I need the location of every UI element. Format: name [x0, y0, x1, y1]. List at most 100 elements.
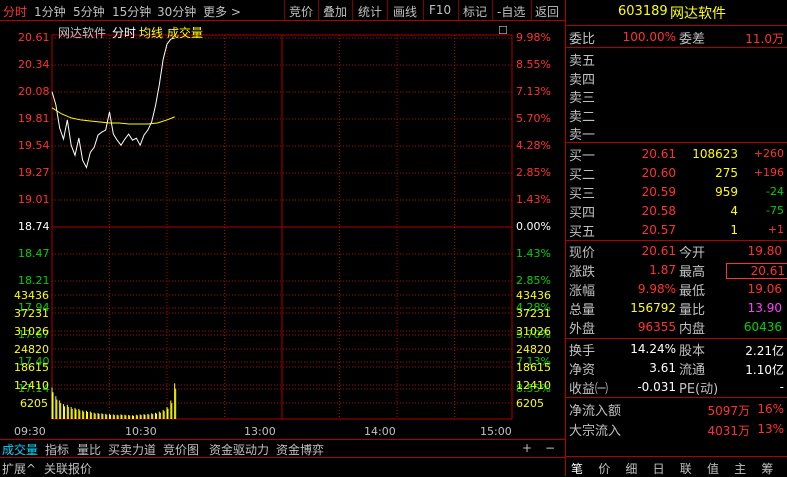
- sell-level-label: 卖四: [569, 72, 596, 88]
- tab-1min[interactable]: 1分钟: [34, 3, 66, 20]
- price-axis-label: 18.47: [18, 247, 50, 260]
- volume-axis-label: 37231: [14, 307, 49, 320]
- stats-button[interactable]: 统计: [358, 3, 382, 20]
- price-line: [51, 37, 175, 169]
- mark-button[interactable]: 标记: [463, 3, 487, 20]
- tab-30min[interactable]: 30分钟: [157, 3, 196, 20]
- price-axis-label: 20.34: [18, 58, 50, 71]
- time-axis-label: 13:00: [244, 425, 276, 438]
- volume-axis-label-right: 31026: [516, 325, 551, 338]
- stat-label: 收益㈠: [569, 382, 609, 397]
- stat-label: 总量: [569, 303, 596, 318]
- quote-panel: 603189 网达软件 委比 100.00% 委差 11.0万 卖五 卖四 卖三 卖二…: [565, 0, 787, 476]
- stat-value: 156792: [630, 301, 676, 315]
- close-chart-icon[interactable]: ☐: [498, 24, 508, 37]
- stat-value: 2.21亿: [745, 344, 784, 358]
- time-axis-label: 09:30: [14, 425, 46, 438]
- stat-value: 20.61: [641, 244, 676, 258]
- time-axis-label: 10:30: [125, 425, 157, 438]
- remove-indicator-button[interactable]: −: [545, 441, 555, 455]
- tab-5min[interactable]: 5分钟: [73, 3, 105, 20]
- jingjia-button[interactable]: 竞价: [289, 3, 313, 20]
- flow-label: 净流入额: [569, 404, 622, 419]
- status-bar: 扩展^ 关联报价: [0, 457, 565, 477]
- time-axis-label: 14:00: [364, 425, 396, 438]
- tab-volume[interactable]: 成交量: [2, 441, 38, 458]
- buy-level-price: 20.61: [641, 147, 676, 161]
- tab-buy-sell-power[interactable]: 买卖力道: [108, 441, 156, 458]
- panel-tab[interactable]: 主: [734, 460, 746, 477]
- volume-axis-label-right: 12410: [516, 379, 551, 392]
- volume-axis-label: 43436: [14, 289, 49, 302]
- pct-axis-label: 1.43%: [516, 247, 551, 260]
- stock-code: 603189: [618, 4, 668, 19]
- related-quotes-button[interactable]: 关联报价: [44, 460, 92, 477]
- tab-volume-ratio[interactable]: 量比: [77, 441, 101, 458]
- panel-tab[interactable]: 日: [653, 460, 665, 477]
- tab-auction-chart[interactable]: 竞价图: [163, 441, 199, 458]
- buy-level-volume: 4: [730, 204, 738, 218]
- stat-value: 19.06: [747, 282, 782, 296]
- volume-axis-label: 18615: [14, 361, 49, 374]
- pct-axis-label: 2.85%: [516, 166, 551, 179]
- weicha-label: 委差: [679, 32, 706, 47]
- stat-value: 3.61: [649, 361, 676, 375]
- panel-tab[interactable]: 值: [707, 460, 719, 477]
- tab-more[interactable]: 更多 >: [203, 3, 241, 20]
- volume-axis-label: 24820: [14, 343, 49, 356]
- volume-axis-label-right: 6205: [516, 397, 544, 410]
- remove-watchlist-button[interactable]: -自选: [497, 3, 525, 20]
- stat-value: -0.031: [637, 380, 676, 394]
- buy-level-change: -75: [766, 204, 784, 217]
- stat-label: 最高: [679, 265, 706, 280]
- stat-label: 净资: [569, 363, 596, 378]
- buy-level-price: 20.60: [641, 166, 676, 180]
- panel-tab[interactable]: 笔: [571, 460, 583, 477]
- buy-level-price: 20.58: [641, 204, 676, 218]
- sell-level-label: 卖二: [569, 109, 596, 125]
- buy-level-label: 买五: [569, 225, 596, 240]
- pct-axis-label: 1.43%: [516, 193, 551, 206]
- top-toolbar: 分时 1分钟 5分钟 15分钟 30分钟 更多 > 竞价 叠加 统计 画线 F1…: [0, 0, 565, 21]
- stat-label: 涨幅: [569, 284, 596, 299]
- expand-button[interactable]: 扩展^: [2, 460, 36, 477]
- price-axis-label: 19.01: [18, 193, 50, 206]
- indicator-tabs: 成交量 指标 量比 买卖力道 竞价图 资金驱动力 资金博弈 + −: [0, 439, 565, 457]
- weibi-value: 100.00%: [622, 30, 676, 44]
- draw-button[interactable]: 画线: [393, 3, 417, 20]
- stat-label: 流通: [679, 363, 706, 378]
- overlay-button[interactable]: 叠加: [323, 3, 347, 20]
- chart-svg: [51, 34, 513, 420]
- tab-fund-game[interactable]: 资金博弈: [276, 441, 324, 458]
- pct-axis-label: 0.00%: [516, 220, 551, 233]
- flow-value: 4031万: [707, 424, 750, 438]
- buy-level-label: 买三: [569, 187, 596, 202]
- buy-level-change: +196: [753, 166, 784, 179]
- panel-tab[interactable]: 价: [598, 460, 610, 477]
- tab-indicator[interactable]: 指标: [45, 441, 69, 458]
- tab-fund-drive[interactable]: 资金驱动力: [209, 441, 269, 458]
- avg-line-label: 均线: [139, 26, 164, 40]
- panel-tab[interactable]: 筹: [761, 460, 773, 477]
- add-indicator-button[interactable]: +: [522, 441, 532, 455]
- f10-button[interactable]: F10: [429, 3, 451, 17]
- buy-level-volume: 959: [715, 185, 738, 199]
- panel-tab[interactable]: 细: [625, 460, 637, 477]
- buy-level-label: 买二: [569, 168, 596, 183]
- tab-15min[interactable]: 15分钟: [112, 3, 151, 20]
- flow-pct: 16%: [757, 402, 784, 416]
- panel-tabs: 笔价细日联值主筹: [565, 456, 787, 477]
- panel-tab[interactable]: 联: [680, 460, 692, 477]
- intraday-chart[interactable]: 网达软件 分时 均线 成交量 ☐ 20.61 9.98% 20.34 8.55% 20.…: [0, 21, 565, 439]
- stat-value: 1.10亿: [745, 363, 784, 377]
- stat-label: 量比: [679, 303, 706, 318]
- buy-level-label: 买一: [569, 149, 596, 164]
- back-button[interactable]: 返回: [535, 3, 559, 20]
- stat-label: 股本: [679, 344, 706, 359]
- stat-label: 涨跌: [569, 265, 596, 280]
- flow-value: 5097万: [707, 404, 750, 418]
- weibi-label: 委比: [569, 32, 596, 47]
- time-axis-label: 15:00: [480, 425, 512, 438]
- tab-fenshi[interactable]: 分时: [3, 3, 27, 20]
- stat-value: 60436: [743, 320, 782, 334]
